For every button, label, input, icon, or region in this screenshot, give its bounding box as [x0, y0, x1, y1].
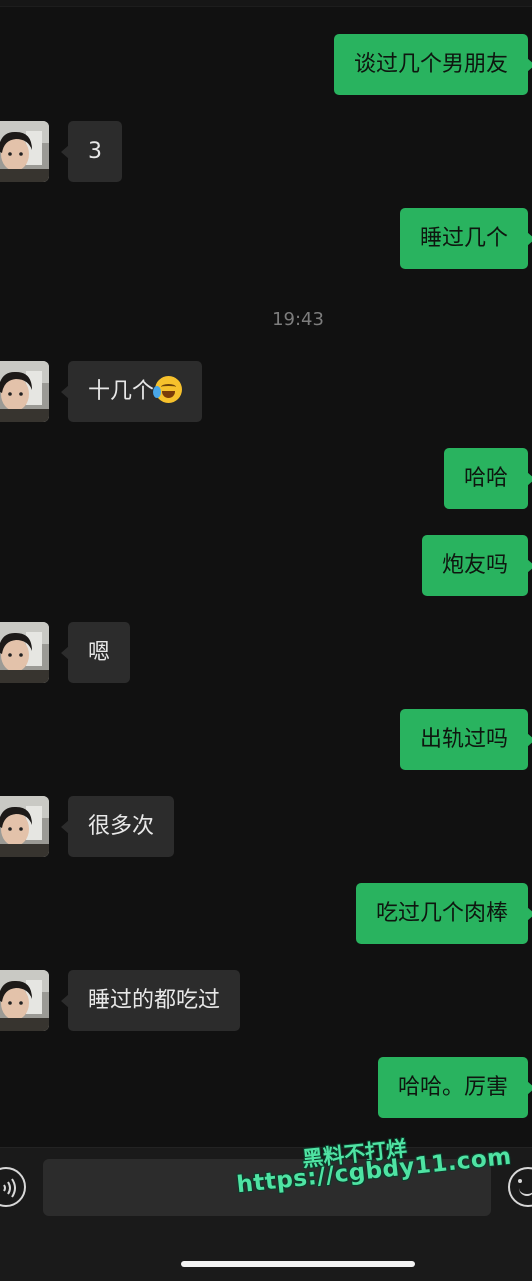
- crying-laughing-emoji-icon: [153, 376, 183, 403]
- chat-message-list[interactable]: 谈过几个男朋友 3 睡过几个 19:43 十几个 哈哈 炮友吗 嗯 出轨过吗 很…: [0, 0, 532, 1150]
- contact-avatar[interactable]: [0, 361, 49, 422]
- message-text: 十几个: [88, 379, 155, 404]
- message-bubble-outgoing[interactable]: 哈哈。厉害: [377, 1057, 532, 1118]
- message-bubble-outgoing[interactable]: 睡过几个: [399, 208, 532, 269]
- message-bubble-outgoing[interactable]: 出轨过吗: [399, 709, 532, 770]
- contact-avatar[interactable]: [0, 970, 49, 1031]
- message-bubble-incoming[interactable]: 3: [61, 121, 122, 182]
- contact-avatar[interactable]: [0, 796, 49, 857]
- voice-icon[interactable]: [0, 1167, 26, 1207]
- chat-timestamp: 19:43: [272, 309, 324, 330]
- message-bubble-outgoing[interactable]: 炮友吗: [421, 535, 532, 596]
- emoji-icon[interactable]: [508, 1167, 532, 1207]
- message-bubble-outgoing[interactable]: 谈过几个男朋友: [333, 34, 532, 95]
- message-bubble-incoming[interactable]: 嗯: [60, 622, 131, 683]
- contact-avatar[interactable]: [0, 121, 49, 182]
- message-bubble-outgoing[interactable]: 吃过几个肉棒: [355, 883, 532, 944]
- message-bubble-incoming[interactable]: 很多次: [60, 796, 175, 857]
- message-bubble-outgoing[interactable]: 哈哈: [443, 448, 532, 509]
- home-indicator[interactable]: [181, 1261, 415, 1267]
- contact-avatar[interactable]: [0, 622, 49, 683]
- message-bubble-incoming[interactable]: 睡过的都吃过: [60, 970, 241, 1031]
- message-bubble-incoming[interactable]: 十几个: [60, 361, 203, 422]
